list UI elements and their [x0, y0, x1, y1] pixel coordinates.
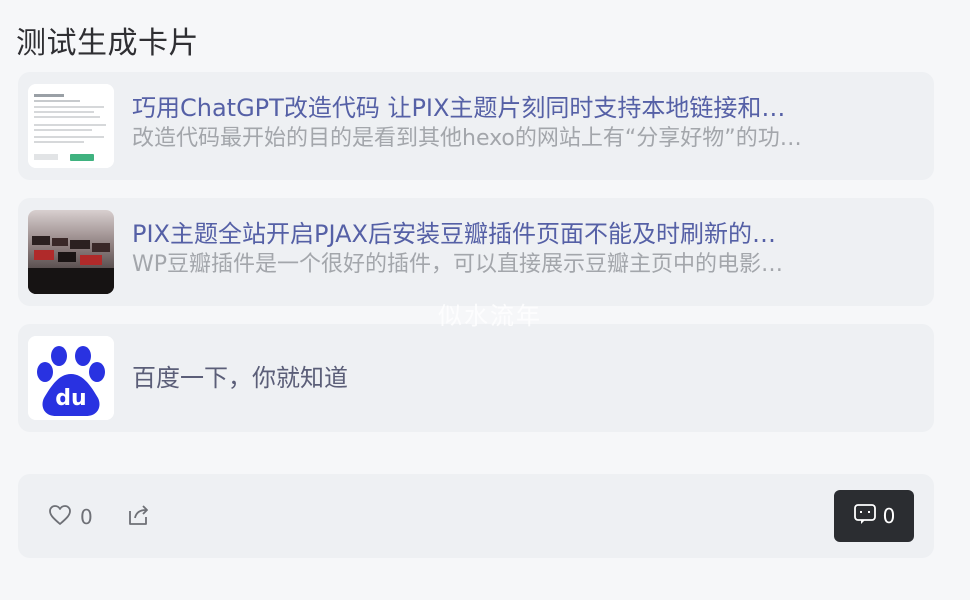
- watermark: 似水流年: [438, 302, 542, 330]
- card-description: WP豆瓣插件是一个很好的插件，可以直接展示豆瓣主页中的电影…: [132, 252, 784, 277]
- link-card[interactable]: du 百度一下，你就知道: [18, 324, 934, 432]
- card-thumbnail: [28, 84, 114, 168]
- like-count: 0: [80, 505, 93, 529]
- share-icon: [126, 505, 152, 532]
- share-button[interactable]: [126, 502, 152, 532]
- baidu-logo: du: [28, 336, 114, 420]
- heart-icon: [48, 504, 72, 530]
- card-thumbnail: [28, 210, 114, 294]
- like-button[interactable]: 0: [48, 504, 93, 530]
- link-card[interactable]: 巧用ChatGPT改造代码 让PIX主题片刻同时支持本地链接和… 改造代码最开始…: [18, 72, 934, 180]
- comment-button[interactable]: 0: [834, 490, 914, 542]
- card-title[interactable]: PIX主题全站开启PJAX后安装豆瓣插件页面不能及时刷新的…: [132, 218, 918, 250]
- page: 测试生成卡片 巧用ChatGPT改造代码 让PIX主题片刻同时支持本地链接和… …: [0, 0, 970, 600]
- card-title[interactable]: 百度一下，你就知道: [132, 362, 348, 394]
- comment-icon: [853, 503, 877, 529]
- page-title: 测试生成卡片: [16, 26, 199, 61]
- baidu-logo-text: du: [55, 386, 87, 411]
- action-bar: 0 0: [18, 474, 934, 558]
- comment-count: 0: [882, 504, 896, 528]
- card-title[interactable]: 巧用ChatGPT改造代码 让PIX主题片刻同时支持本地链接和…: [132, 92, 918, 124]
- card-description: 改造代码最开始的目的是看到其他hexo的网站上有“分享好物”的功…: [132, 126, 802, 151]
- link-card[interactable]: PIX主题全站开启PJAX后安装豆瓣插件页面不能及时刷新的… WP豆瓣插件是一个…: [18, 198, 934, 306]
